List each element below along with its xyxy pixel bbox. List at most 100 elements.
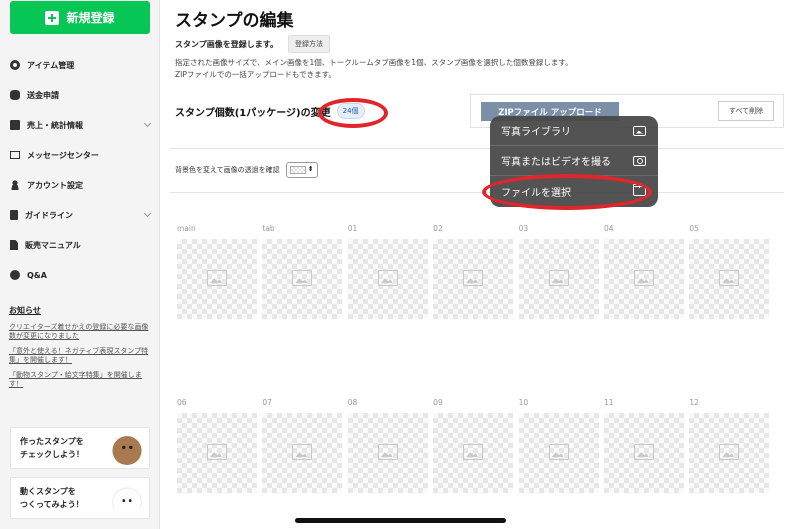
document-icon: [10, 240, 18, 250]
image-placeholder[interactable]: [347, 239, 428, 319]
image-placeholder[interactable]: [177, 239, 257, 319]
promo-line: チェックしよう！: [20, 450, 84, 459]
notice-link[interactable]: 「意外と使える！ネガティブ表現スタンプ特集」を開催します！: [9, 347, 151, 365]
question-icon: [10, 270, 20, 280]
menu-item-photo-library[interactable]: 写真ライブラリ: [490, 116, 658, 146]
image-icon: [548, 444, 569, 460]
cony-rabbit-sticker-icon: [111, 483, 143, 515]
background-color-select[interactable]: ⬍: [285, 162, 318, 178]
delete-all-button[interactable]: すべて削除: [718, 101, 774, 121]
notice-title[interactable]: お知らせ: [9, 305, 151, 316]
sidebar-item-label: 送金申請: [27, 90, 59, 100]
sticker-slot[interactable]: 06: [177, 398, 262, 493]
background-check-label: 背景色を変えて画像の透過を確認: [175, 166, 280, 174]
camera-icon: [633, 155, 646, 166]
slot-label: 04: [603, 224, 614, 233]
sidebar: 新規登録 アイテム管理 送金申請 売上・統計情報 メッセージセンター アカウント…: [0, 0, 160, 529]
sidebar-item-label: アカウント設定: [27, 180, 83, 190]
sticker-slot[interactable]: 08: [347, 398, 433, 493]
sticker-count-label: スタンプ個数(1パッケージ)の変更: [175, 107, 331, 119]
sticker-slot[interactable]: 11: [603, 398, 689, 493]
slot-label: 06: [177, 398, 187, 407]
sidebar-item-remittance[interactable]: 送金申請: [0, 80, 160, 110]
sidebar-item-label: メッセージセンター: [27, 150, 99, 160]
notice-link[interactable]: 「動物スタンプ・絵文字特集」を開催します！: [9, 371, 151, 389]
gear-icon: [10, 60, 20, 70]
sticker-slot[interactable]: 01: [347, 224, 433, 319]
transparent-swatch-icon: [289, 166, 306, 174]
image-placeholder[interactable]: [433, 239, 514, 319]
menu-item-take-photo[interactable]: 写真またはビデオを撮る: [490, 146, 658, 176]
slot-label: 08: [347, 398, 358, 407]
brown-bear-sticker-icon: [111, 433, 143, 465]
sticker-slot[interactable]: 04: [603, 224, 689, 319]
sidebar-item-item-management[interactable]: アイテム管理: [0, 50, 160, 80]
slot-label: 12: [689, 398, 699, 407]
image-placeholder[interactable]: [689, 239, 770, 319]
image-icon: [633, 444, 654, 460]
sticker-slot[interactable]: 07: [262, 398, 347, 493]
image-icon: [207, 444, 227, 460]
slot-label: 01: [347, 224, 358, 233]
sidebar-item-label: アイテム管理: [27, 60, 75, 70]
sticker-slot[interactable]: 02: [433, 224, 518, 319]
image-placeholder[interactable]: [603, 413, 684, 493]
image-placeholder[interactable]: [689, 413, 770, 493]
chart-icon: [10, 120, 20, 130]
new-registration-label: 新規登録: [66, 11, 115, 25]
sidebar-item-qa[interactable]: Q&A: [0, 260, 160, 290]
sidebar-item-label: Q&A: [27, 270, 47, 280]
sidebar-item-label: 販売マニュアル: [25, 240, 81, 250]
sticker-slot[interactable]: 10: [518, 398, 604, 493]
promo-line: 動くスタンプを: [20, 487, 76, 496]
sidebar-item-guidelines[interactable]: ガイドライン: [0, 200, 160, 230]
register-method-button[interactable]: 登録方法: [287, 35, 330, 53]
sticker-slot[interactable]: 12: [689, 398, 774, 493]
home-indicator[interactable]: [295, 518, 506, 523]
background-check-row: 背景色を変えて画像の透過を確認 ⬍: [175, 162, 318, 178]
sidebar-item-message-center[interactable]: メッセージセンター: [0, 140, 160, 170]
sidebar-item-sales-manual[interactable]: 販売マニュアル: [0, 230, 160, 260]
image-placeholder[interactable]: [177, 413, 257, 493]
sticker-slot[interactable]: main: [177, 224, 262, 319]
new-registration-button[interactable]: 新規登録: [10, 1, 150, 34]
page-title: スタンプの編集: [175, 11, 294, 31]
book-icon: [10, 210, 18, 220]
promo-check-stickers[interactable]: 作ったスタンプを チェックしよう！: [10, 427, 150, 469]
image-icon: [633, 270, 654, 286]
chevron-down-icon: [143, 209, 152, 218]
coins-icon: [10, 90, 20, 100]
image-placeholder[interactable]: [262, 413, 343, 493]
sidebar-item-label: 売上・統計情報: [27, 120, 83, 130]
image-placeholder[interactable]: [518, 413, 599, 493]
image-placeholder[interactable]: [518, 239, 599, 319]
image-placeholder[interactable]: [262, 239, 343, 319]
image-icon: [377, 444, 398, 460]
image-placeholder[interactable]: [433, 413, 514, 493]
image-placeholder[interactable]: [347, 413, 428, 493]
sidebar-item-account-settings[interactable]: アカウント設定: [0, 170, 160, 200]
register-label: スタンプ画像を登録します。: [175, 39, 278, 49]
plus-icon: [45, 10, 60, 25]
sticker-slot[interactable]: tab: [262, 224, 347, 319]
chevron-down-icon: [143, 119, 152, 128]
menu-item-label: 写真ライブラリ: [501, 127, 571, 138]
stepper-arrows-icon: ⬍: [307, 165, 314, 173]
notice-link[interactable]: クリエイターズ着せかえの登録に必要な画像数が変更になりました: [9, 323, 151, 341]
promo-animated-stickers[interactable]: 動くスタンプを つくってみよう！: [10, 477, 150, 519]
image-icon: [463, 270, 484, 286]
register-row: スタンプ画像を登録します。 登録方法: [175, 35, 330, 53]
sticker-slot[interactable]: 03: [518, 224, 604, 319]
sticker-grid-row-1: main tab 01 02 03 04 05: [177, 224, 787, 319]
image-icon: [719, 270, 740, 286]
promo-line: つくってみよう！: [20, 500, 84, 509]
image-icon: [719, 444, 740, 460]
slot-label: 02: [433, 224, 443, 233]
slot-label: 10: [518, 398, 529, 407]
sticker-slot[interactable]: 09: [433, 398, 518, 493]
image-placeholder[interactable]: [603, 239, 684, 319]
main-content: スタンプの編集 スタンプ画像を登録します。 登録方法 指定された画像サイズで、メ…: [160, 0, 800, 529]
sticker-slot[interactable]: 05: [689, 224, 774, 319]
sidebar-item-sales-stats[interactable]: 売上・統計情報: [0, 110, 160, 140]
image-icon: [548, 270, 569, 286]
